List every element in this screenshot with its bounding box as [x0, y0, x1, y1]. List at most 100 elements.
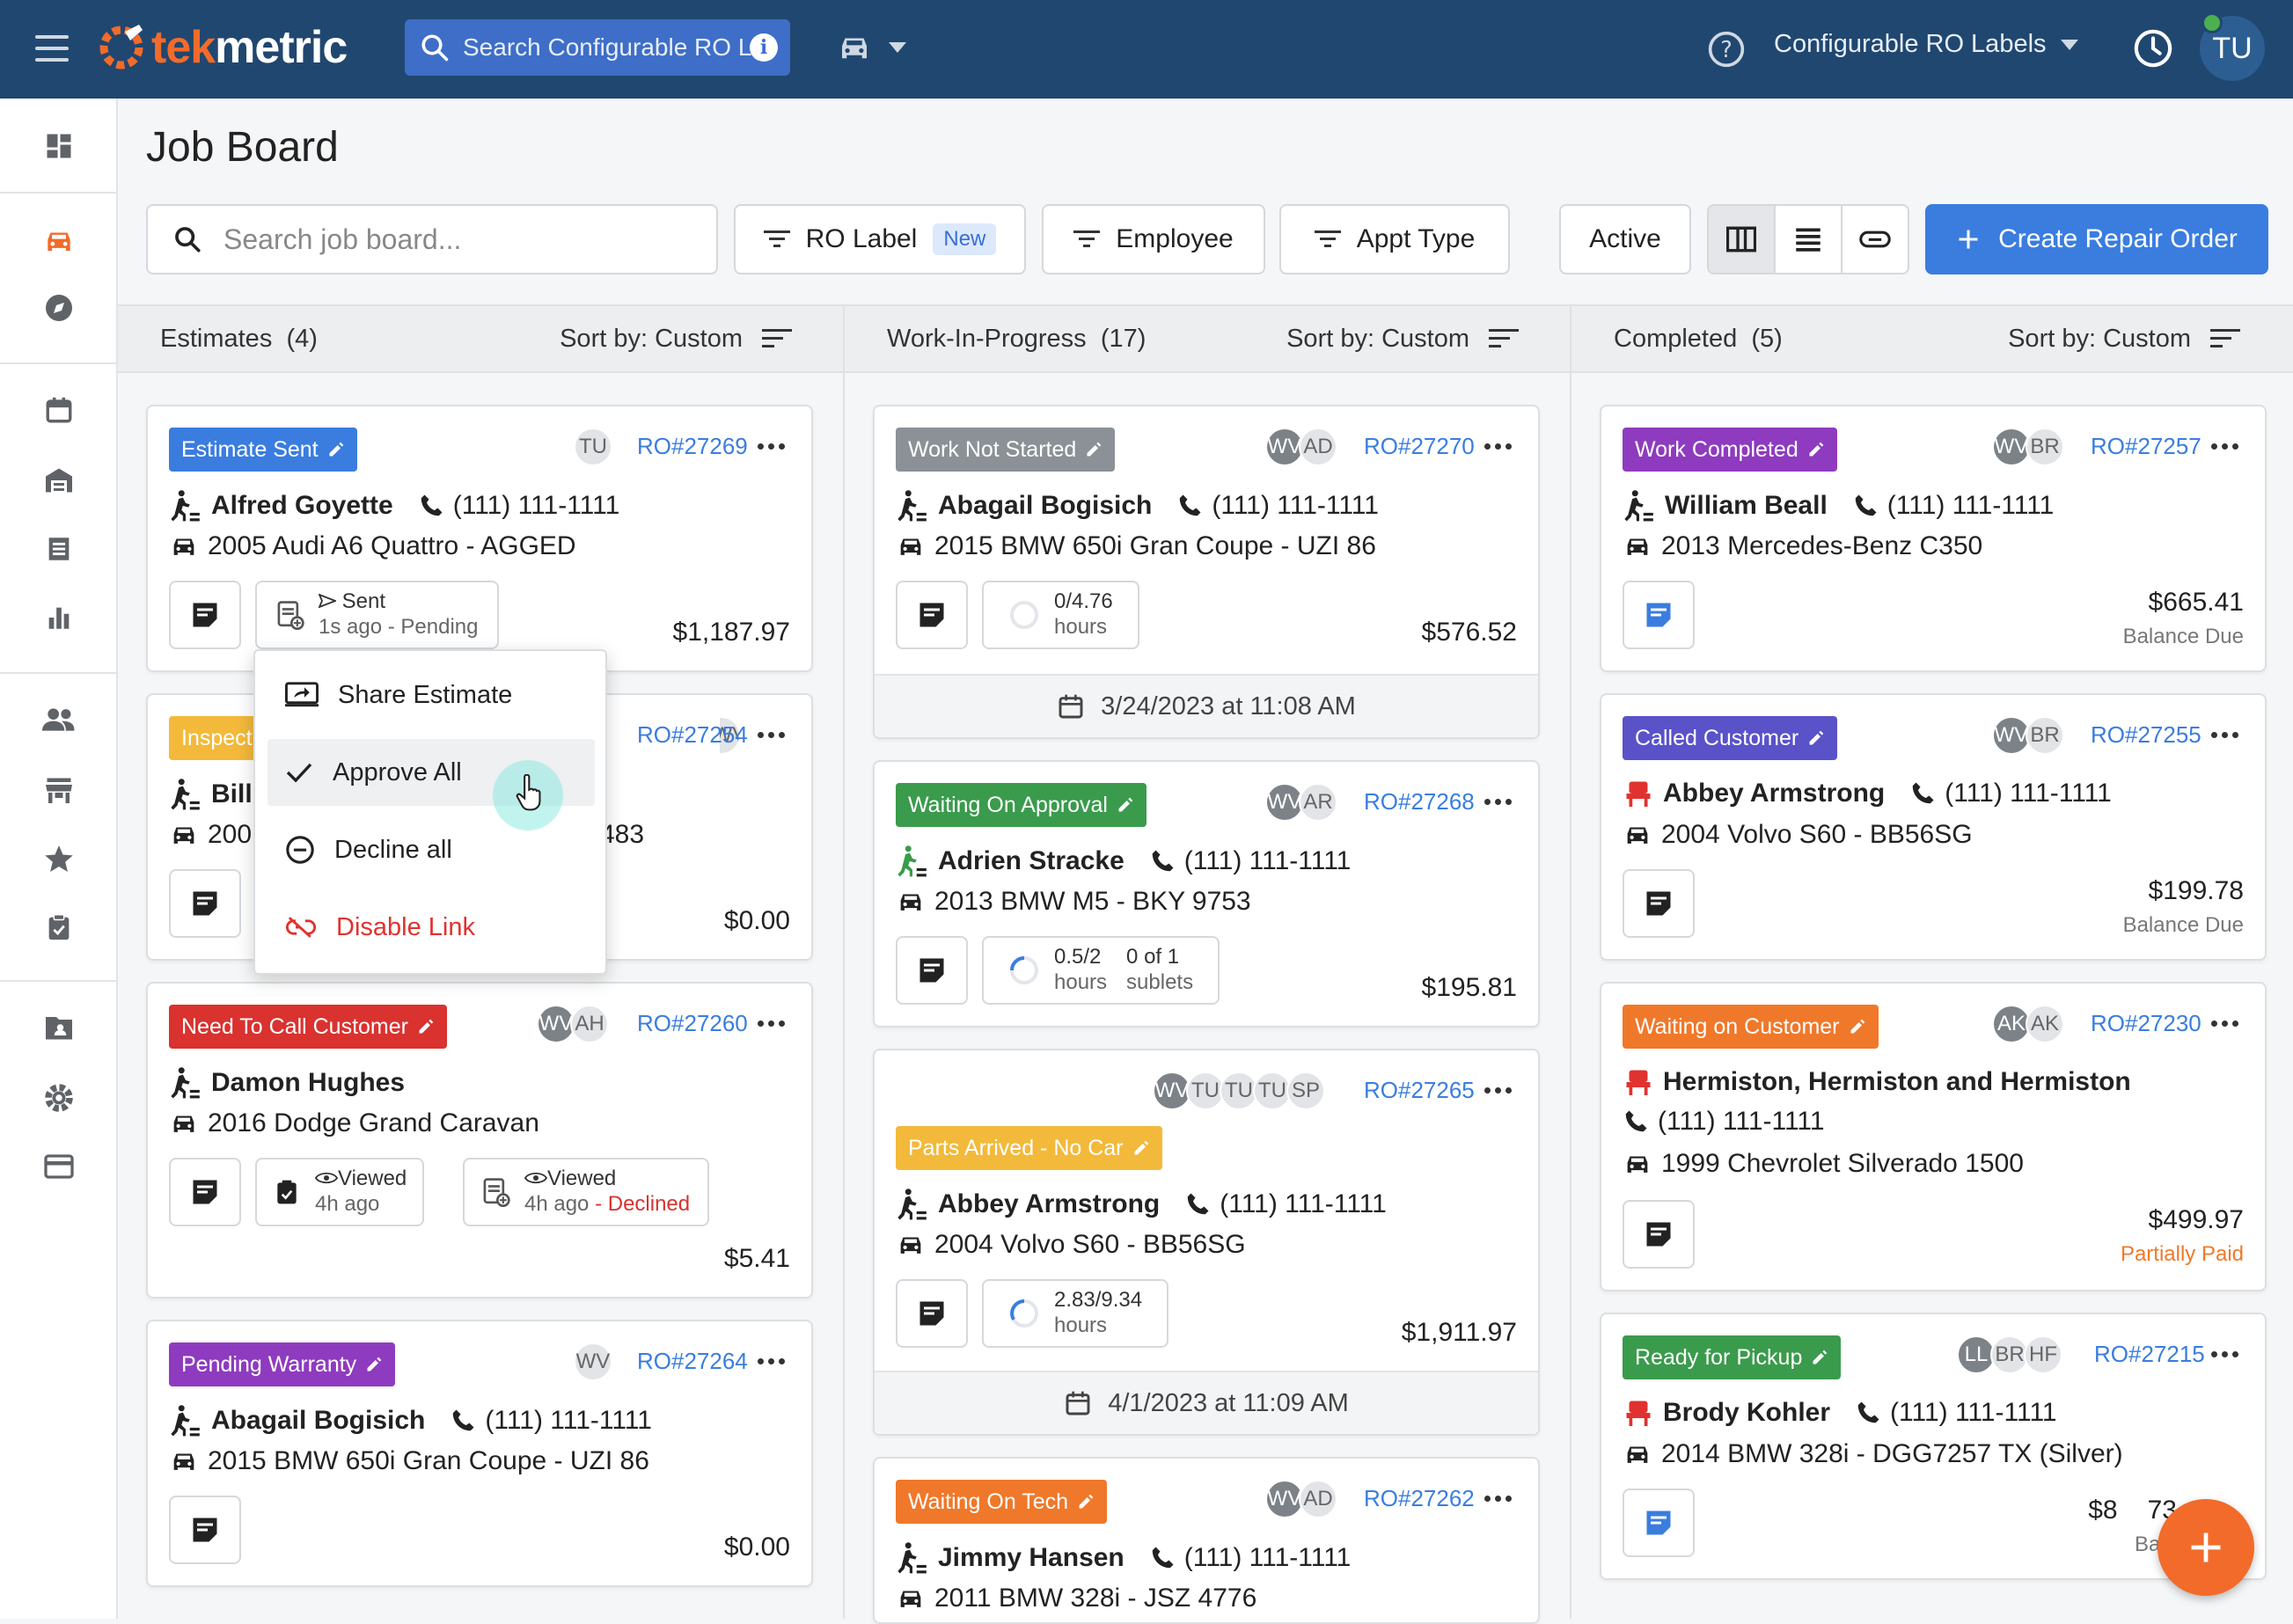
sort-control[interactable]: Sort by: Custom [560, 325, 792, 354]
job-card[interactable]: Pending Warranty WV RO#27264 Abagail Bog… [146, 1320, 813, 1587]
clipboard-icon[interactable] [38, 906, 80, 948]
more-options-icon[interactable] [758, 443, 785, 450]
job-card[interactable]: Need To Call Customer WV AH RO#27260 Damo… [146, 982, 813, 1298]
status-label[interactable]: Work Completed [1623, 428, 1837, 472]
dashboard-icon[interactable] [38, 125, 80, 167]
job-board-car-icon[interactable] [38, 220, 80, 262]
status-label[interactable]: Ready for Pickup [1623, 1335, 1842, 1379]
receipt-icon[interactable] [38, 528, 80, 570]
more-options-icon[interactable] [2211, 1020, 2238, 1027]
job-card[interactable]: Called Customer WV BR RO#27255 Abbey Arms… [1600, 693, 2267, 961]
board-view-button[interactable] [1709, 206, 1776, 273]
ro-number-link[interactable]: RO#27262 [1364, 1485, 1475, 1512]
notes-button[interactable] [1623, 581, 1695, 649]
star-icon[interactable] [38, 838, 80, 880]
info-icon[interactable]: i [750, 33, 778, 62]
status-label[interactable]: Estimate Sent [169, 428, 357, 472]
notes-button[interactable] [1623, 1200, 1695, 1269]
status-label[interactable]: Waiting On Tech [896, 1480, 1108, 1524]
sort-control[interactable]: Sort by: Custom [2008, 325, 2240, 354]
status-label[interactable]: Pending Warranty [169, 1342, 396, 1386]
global-search[interactable]: Search Configurable RO L i [405, 19, 790, 76]
status-label[interactable]: Parts Arrived - No Car [896, 1126, 1162, 1170]
ro-number-link[interactable]: RO#27230 [2091, 1010, 2201, 1037]
estimate-sent-chip[interactable]: Sent 1s ago - Pending [255, 581, 500, 649]
status-label[interactable]: Called Customer [1623, 716, 1838, 760]
notes-button[interactable] [169, 1158, 241, 1226]
job-card[interactable]: WV TU TU TU SP RO#27265 Parts Arrived - No C… [873, 1049, 1540, 1436]
menu-icon[interactable] [35, 35, 69, 62]
ro-number-link[interactable]: RO#27270 [1364, 433, 1475, 460]
status-label[interactable]: Need To Call Customer [169, 1005, 447, 1049]
labor-hours-chip[interactable]: 0.5/2 hours 0 of 1 sublets [982, 936, 1220, 1005]
ro-number-link[interactable]: RO#27215 [2094, 1341, 2205, 1368]
ro-number-link[interactable]: RO#27255 [2091, 721, 2201, 749]
ro-number-link[interactable]: RO#27260 [637, 1010, 748, 1037]
people-icon[interactable] [38, 699, 80, 741]
active-filter-button[interactable]: Active [1559, 204, 1691, 274]
labor-hours-chip[interactable]: 2.83/9.34 hours [982, 1279, 1169, 1348]
storefront-icon[interactable] [38, 769, 80, 811]
more-options-icon[interactable] [2211, 1351, 2238, 1357]
list-view-button[interactable] [1776, 206, 1842, 273]
job-card[interactable]: Estimate Sent TU RO#27269 Alfred Goyette… [146, 405, 813, 672]
inspection-viewed-chip[interactable]: Viewed 4h ago [255, 1158, 425, 1226]
link-view-button[interactable] [1842, 206, 1908, 273]
share-estimate-menu-item[interactable]: Share Estimate [267, 662, 595, 728]
clock-icon[interactable] [2133, 28, 2173, 69]
bar-chart-icon[interactable] [38, 596, 80, 639]
job-card[interactable]: Work Completed WV BR RO#27257 William Bea… [1600, 405, 2267, 672]
more-options-icon[interactable] [758, 1358, 785, 1364]
more-options-icon[interactable] [1484, 443, 1512, 450]
appt-type-filter-button[interactable]: Appt Type [1279, 204, 1510, 274]
ro-number-link[interactable]: RO#27254 [637, 721, 748, 749]
status-label[interactable]: Waiting On Approval [896, 783, 1146, 827]
create-repair-order-button[interactable]: Create Repair Order [1925, 204, 2268, 274]
more-options-icon[interactable] [758, 1020, 785, 1027]
logo[interactable]: tekmetric [95, 19, 348, 76]
gear-icon[interactable] [38, 1077, 80, 1119]
status-label[interactable]: Waiting on Customer [1623, 1005, 1879, 1049]
more-options-icon[interactable] [758, 732, 785, 738]
add-fab-button[interactable] [2157, 1499, 2254, 1596]
more-options-icon[interactable] [1484, 799, 1512, 805]
status-label[interactable]: Work Not Started [896, 428, 1116, 472]
more-options-icon[interactable] [2211, 443, 2238, 450]
status-label[interactable]: Inspect [169, 716, 265, 760]
ro-number-link[interactable]: RO#27257 [2091, 433, 2201, 460]
job-board-search-input[interactable]: Search job board... [146, 204, 718, 274]
calendar-icon[interactable] [38, 389, 80, 431]
compass-icon[interactable] [38, 287, 80, 329]
notes-button[interactable] [896, 581, 968, 649]
notes-button[interactable] [1623, 1489, 1695, 1557]
notes-button[interactable] [169, 869, 241, 938]
more-options-icon[interactable] [1484, 1087, 1512, 1094]
sort-control[interactable]: Sort by: Custom [1286, 325, 1519, 354]
vehicle-menu[interactable] [836, 32, 906, 63]
notes-button[interactable] [1623, 869, 1695, 938]
job-card[interactable]: Work Not Started WV AD RO#27270 Abagail B… [873, 405, 1540, 739]
credit-card-icon[interactable] [38, 1145, 80, 1188]
notes-button[interactable] [896, 936, 968, 1005]
ro-label-filter-button[interactable]: RO Label New [734, 204, 1026, 274]
more-options-icon[interactable] [1484, 1496, 1512, 1502]
labor-hours-chip[interactable]: 0/4.76 hours [982, 581, 1139, 649]
more-options-icon[interactable] [2211, 732, 2238, 738]
notes-button[interactable] [169, 1496, 241, 1564]
estimate-viewed-chip[interactable]: Viewed 4h ago - Declined [463, 1158, 710, 1226]
help-icon[interactable]: ? [1707, 30, 1746, 69]
job-card[interactable]: Waiting On Approval WV AR RO#27268 Adrien… [873, 760, 1540, 1028]
contact-folder-icon[interactable] [38, 1006, 80, 1049]
decline-all-menu-item[interactable]: Decline all [267, 816, 595, 883]
ro-labels-menu[interactable]: Configurable RO Labels [1774, 30, 2078, 59]
warehouse-icon[interactable] [38, 459, 80, 501]
ro-number-link[interactable]: RO#27265 [1364, 1077, 1475, 1104]
employee-filter-button[interactable]: Employee [1042, 204, 1265, 274]
user-avatar[interactable]: TU [2200, 12, 2265, 81]
ro-number-link[interactable]: RO#27264 [637, 1348, 748, 1375]
notes-button[interactable] [896, 1279, 968, 1348]
job-card[interactable]: Waiting On Tech WV AD RO#27262 Jimmy Hans… [873, 1457, 1540, 1624]
ro-number-link[interactable]: RO#27268 [1364, 788, 1475, 816]
notes-button[interactable] [169, 581, 241, 649]
ro-number-link[interactable]: RO#27269 [637, 433, 748, 460]
